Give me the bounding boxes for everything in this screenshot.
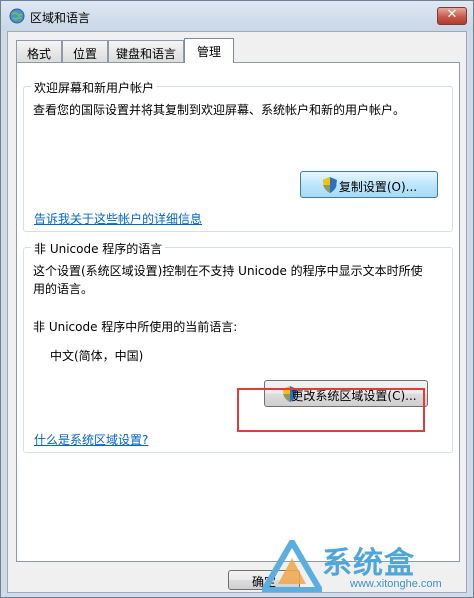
region-language-window: 区域和语言 ✕ 格式 位置 键盘和语言 管理 欢迎屏幕和新用户帐户 查看您的国际… xyxy=(0,0,474,598)
group-title: 非 Unicode 程序的语言 xyxy=(31,240,166,257)
copy-settings-label: 复制设置(O)... xyxy=(338,180,418,194)
globe-icon xyxy=(9,8,25,24)
tab-label: 键盘和语言 xyxy=(115,47,176,61)
tab-panel-administrative: 欢迎屏幕和新用户帐户 查看您的国际设置并将其复制到欢迎屏幕、系统帐户和新的用户帐… xyxy=(16,62,460,562)
close-icon: ✕ xyxy=(446,7,458,22)
window-title: 区域和语言 xyxy=(30,11,91,25)
watermark-logo: 系统盒 www.xitonghe.com xyxy=(262,538,472,596)
tab-label: 位置 xyxy=(72,47,97,61)
tab-label: 格式 xyxy=(26,47,51,61)
tab-formats[interactable]: 格式 xyxy=(16,40,62,62)
current-language-label: 非 Unicode 程序中所使用的当前语言: xyxy=(33,320,238,334)
unicode-description-line1: 这个设置(系统区域设置)控制在不支持 Unicode 的程序中显示文本时所使 xyxy=(33,264,423,278)
tab-location[interactable]: 位置 xyxy=(62,40,108,62)
unicode-description-line2: 用的语言。 xyxy=(33,282,94,296)
watermark-triangle-icon xyxy=(262,540,322,592)
welcome-accounts-link[interactable]: 告诉我关于这些帐户的详细信息 xyxy=(34,210,202,227)
tab-label: 管理 xyxy=(196,45,221,59)
tab-administrative[interactable]: 管理 xyxy=(184,38,234,63)
close-button[interactable]: ✕ xyxy=(437,7,467,25)
welcome-group: 欢迎屏幕和新用户帐户 查看您的国际设置并将其复制到欢迎屏幕、系统帐户和新的用户帐… xyxy=(23,79,453,232)
watermark-url: www.xitonghe.com xyxy=(350,578,442,590)
title-bar[interactable]: 区域和语言 ✕ xyxy=(1,1,473,31)
group-title: 欢迎屏幕和新用户帐户 xyxy=(31,79,158,96)
copy-settings-button[interactable]: 复制设置(O)... xyxy=(300,171,438,198)
current-language-value: 中文(简体，中国) xyxy=(50,349,144,363)
tab-keyboards-languages[interactable]: 键盘和语言 xyxy=(108,40,184,62)
dialog-client-area: 格式 位置 键盘和语言 管理 欢迎屏幕和新用户帐户 查看您的国际设置并将其复制到… xyxy=(7,31,467,593)
watermark-title: 系统盒 xyxy=(322,546,415,581)
welcome-description: 查看您的国际设置并将其复制到欢迎屏幕、系统帐户和新的用户帐户。 xyxy=(33,103,406,117)
what-is-system-locale-link[interactable]: 什么是系统区域设置? xyxy=(34,431,148,448)
red-highlight-annotation xyxy=(237,388,425,432)
